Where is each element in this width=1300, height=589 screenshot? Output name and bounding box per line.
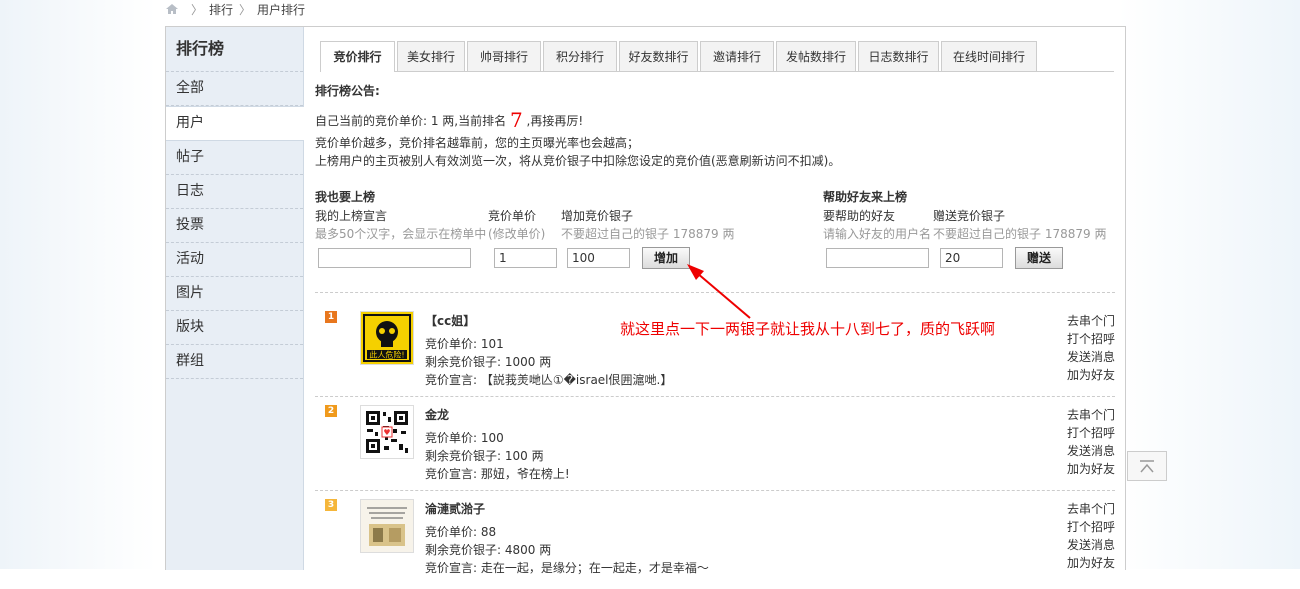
annotation-arrow-icon: [687, 264, 751, 319]
back-to-top-button[interactable]: [1127, 451, 1167, 481]
annotation-text: 就这里点一下一两银子就让我从十八到七了，质的飞跃啊: [620, 320, 996, 338]
back-to-top-icon: [1140, 460, 1154, 473]
